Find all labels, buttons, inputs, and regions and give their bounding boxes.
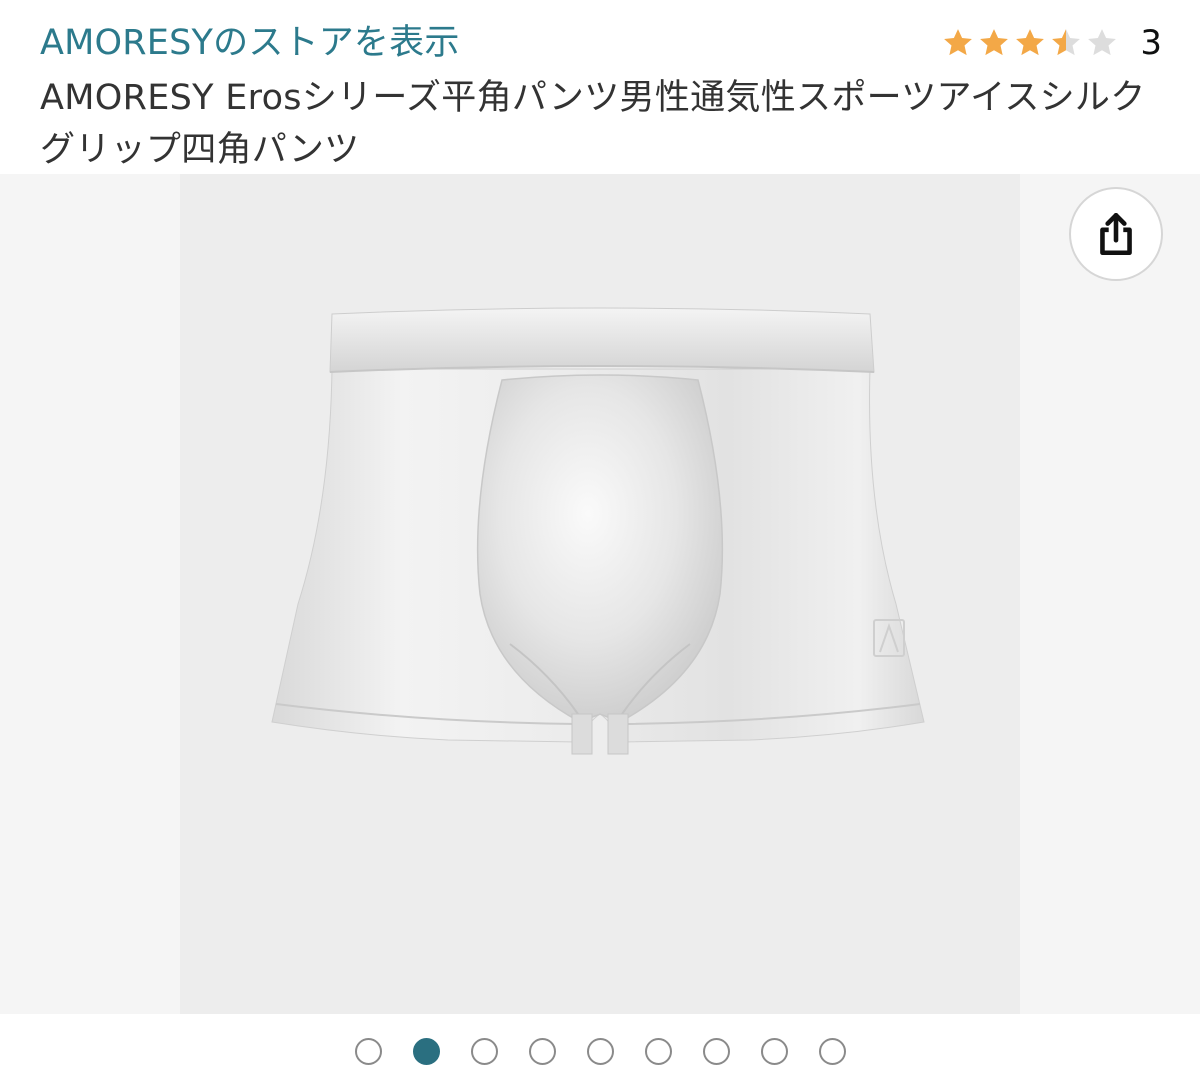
product-image-gallery[interactable] bbox=[0, 174, 1200, 1014]
pagination-dot[interactable] bbox=[644, 1037, 672, 1065]
star-full-icon bbox=[944, 29, 973, 56]
image-pagination bbox=[0, 1036, 1200, 1066]
boxer-briefs-product-image bbox=[271, 307, 925, 755]
pagination-dot[interactable] bbox=[586, 1037, 614, 1065]
pagination-dot-active[interactable] bbox=[412, 1037, 440, 1065]
pagination-dot[interactable] bbox=[702, 1037, 730, 1065]
share-button[interactable] bbox=[1069, 187, 1163, 281]
rating-summary[interactable]: 3 bbox=[940, 20, 1162, 66]
store-link[interactable]: AMORESYのストアを表示 bbox=[40, 18, 460, 68]
product-image[interactable] bbox=[180, 174, 1020, 1014]
star-rating bbox=[940, 26, 1120, 60]
product-page: AMORESYのストアを表示 3 AMORESY Erosシリーズ平角パンツ男性… bbox=[0, 0, 1200, 1086]
pagination-dot[interactable] bbox=[354, 1037, 382, 1065]
product-title: AMORESY Erosシリーズ平角パンツ男性通気性スポーツアイスシルクグリップ… bbox=[40, 78, 1146, 170]
star-empty-icon bbox=[1088, 29, 1117, 56]
star-full-icon bbox=[980, 29, 1009, 56]
pagination-dot[interactable] bbox=[760, 1037, 788, 1065]
pagination-dot[interactable] bbox=[528, 1037, 556, 1065]
rating-count[interactable]: 3 bbox=[1140, 20, 1162, 66]
share-icon bbox=[1100, 212, 1132, 256]
star-half-icon bbox=[1052, 29, 1081, 56]
pagination-dot[interactable] bbox=[818, 1037, 846, 1065]
star-full-icon bbox=[1016, 29, 1045, 56]
pagination-dot[interactable] bbox=[470, 1037, 498, 1065]
